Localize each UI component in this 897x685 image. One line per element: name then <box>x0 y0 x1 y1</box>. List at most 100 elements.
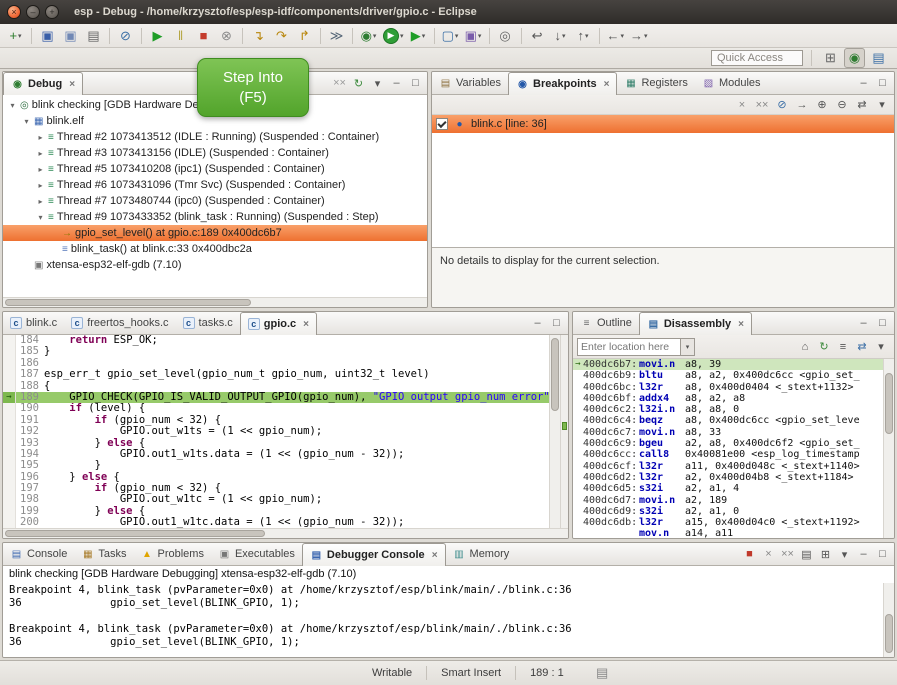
expander-collapsed-icon[interactable]: ▸ <box>34 165 47 174</box>
maximize-icon[interactable]: □ <box>874 75 891 92</box>
code-line[interactable]: 187esp_err_t gpio_set_level(gpio_num_t g… <box>3 369 549 380</box>
disassembly-row[interactable]: 400dc6db:l32ra15, 0x400d04c0 <_stext+119… <box>573 517 883 528</box>
code-line[interactable]: 184 return ESP_OK; <box>3 335 549 346</box>
disassembly-row[interactable]: 400dc6bc:l32ra8, 0x400d0404 <_stext+1132… <box>573 382 883 393</box>
tab-gpio-c[interactable]: c gpio.c × <box>240 312 317 335</box>
disassembly-vscrollbar[interactable] <box>883 359 894 538</box>
debug-tree-item[interactable]: ▾≡Thread #9 1073433352 (blink_task : Run… <box>3 209 427 225</box>
perspective-debug-icon[interactable]: ◉ <box>844 48 865 68</box>
last-edit-location-icon[interactable]: ↩ <box>527 26 548 46</box>
forward-icon[interactable]: →▾ <box>628 26 650 46</box>
disassembly-row[interactable]: 400dc6d9:s32ia2, a1, 0 <box>573 506 883 517</box>
step-over-icon[interactable]: ↷ <box>271 26 292 46</box>
sync-with-active-context-icon[interactable]: ⇄ <box>853 338 871 356</box>
tab-modules[interactable]: ▧ Modules <box>695 72 768 94</box>
link-with-debug-view-icon[interactable]: ⇄ <box>853 96 871 113</box>
debug-tree-item[interactable]: ▸≡Thread #3 1073413156 (IDLE) (Suspended… <box>3 145 427 161</box>
code-area[interactable]: 184 return ESP_OK;185}186187esp_err_t gp… <box>3 335 549 528</box>
tab-debug[interactable]: ◉ Debug × <box>3 72 83 95</box>
tab-outline[interactable]: ≡ Outline <box>573 312 639 334</box>
tab-blink-c[interactable]: c blink.c <box>3 312 64 334</box>
chevron-down-icon[interactable]: ▾ <box>681 338 695 356</box>
code-line[interactable]: 192 GPIO.out_w1ts = (1 << gpio_num); <box>3 426 549 437</box>
code-line[interactable]: 195 } <box>3 460 549 471</box>
debug-tree-item[interactable]: ▸≡Thread #6 1073431096 (Tmr Svc) (Suspen… <box>3 177 427 193</box>
new-wizard-icon[interactable]: +▾ <box>5 26 26 46</box>
maximize-icon[interactable]: □ <box>874 546 891 563</box>
disassembly-row[interactable]: 400dc6c4:beqza8, 0x400dc6cc <gpio_set_le… <box>573 415 883 426</box>
editor-vscrollbar[interactable] <box>549 335 560 528</box>
next-annotation-icon[interactable]: ↓▾ <box>550 26 571 46</box>
expander-expanded-icon[interactable]: ▾ <box>20 117 33 126</box>
console-output[interactable]: Breakpoint 4, blink_task (pvParameter=0x… <box>3 583 883 657</box>
remove-all-terminated-icon[interactable]: ×× <box>331 75 348 92</box>
print-icon[interactable]: ▤ <box>83 26 104 46</box>
code-line[interactable]: 194 GPIO.out1_w1ts.data = (1 << (gpio_nu… <box>3 449 549 460</box>
tab-registers[interactable]: ▦ Registers <box>617 72 694 94</box>
perspective-cpp-icon[interactable]: ▤ <box>868 48 889 68</box>
debug-tree-item[interactable]: ▸≡Thread #7 1073480744 (ipc0) (Suspended… <box>3 193 427 209</box>
minimize-icon[interactable]: – <box>388 75 405 92</box>
collapse-all-icon[interactable]: ⊖ <box>833 96 851 113</box>
open-perspective-icon[interactable]: ⊞ <box>820 48 841 68</box>
breakpoint-checkbox[interactable] <box>436 118 448 130</box>
search-icon[interactable]: ◎ <box>495 26 516 46</box>
minimize-icon[interactable]: – <box>529 315 546 332</box>
new-cpp-class-icon[interactable]: ▢▾ <box>440 26 461 46</box>
disassembly-row[interactable]: 400dc6cc:call80x40081e00 <esp_log_timest… <box>573 449 883 460</box>
view-menu-icon[interactable]: ▾ <box>836 546 853 563</box>
tab-tasks[interactable]: ▦ Tasks <box>74 543 133 565</box>
new-file-icon[interactable]: ▣▾ <box>463 26 484 46</box>
external-tools-icon[interactable]: ▶▾ <box>408 26 429 46</box>
disassembly-row[interactable]: 400dc6c9:bgeua2, a8, 0x400dc6f2 <gpio_se… <box>573 438 883 449</box>
debug-tree-item[interactable]: →gpio_set_level() at gpio.c:189 0x400dc6… <box>3 225 427 241</box>
tab-debugger-console[interactable]: ▤ Debugger Console × <box>302 543 446 566</box>
show-source-icon[interactable]: ≡ <box>834 338 852 356</box>
expander-collapsed-icon[interactable]: ▸ <box>34 133 47 142</box>
go-to-file-icon[interactable]: → <box>793 96 811 113</box>
scrollbar-thumb[interactable] <box>5 299 251 306</box>
instruction-stepping-icon[interactable]: ≫ <box>326 26 347 46</box>
code-line[interactable]: 186 <box>3 358 549 369</box>
disassembly-row[interactable]: 400dc6d2:l32ra2, 0x400d04b8 <_stext+1184… <box>573 472 883 483</box>
scroll-lock-icon[interactable]: ▤ <box>798 546 815 563</box>
disassembly-row[interactable]: mov.na14, a11 <box>573 528 883 538</box>
code-line[interactable]: 188{ <box>3 381 549 392</box>
breakpoint-item[interactable]: ● blink.c [line: 36] <box>432 115 894 133</box>
maximize-icon[interactable]: □ <box>548 315 565 332</box>
code-line[interactable]: 197 if (gpio_num < 32) { <box>3 483 549 494</box>
disassembly-row[interactable]: 400dc6c7:movi.na8, 33 <box>573 427 883 438</box>
disassembly-row[interactable]: 400dc6bf:addx4a8, a2, a8 <box>573 393 883 404</box>
tab-tasks-c[interactable]: c tasks.c <box>176 312 240 334</box>
code-line[interactable]: 191 if (gpio_num < 32) { <box>3 415 549 426</box>
tab-breakpoints[interactable]: ◉ Breakpoints × <box>508 72 617 95</box>
previous-annotation-icon[interactable]: ↑▾ <box>573 26 594 46</box>
minimize-icon[interactable]: – <box>855 315 872 332</box>
step-return-icon[interactable]: ↱ <box>294 26 315 46</box>
pin-console-icon[interactable]: ⊞ <box>817 546 834 563</box>
expander-expanded-icon[interactable]: ▾ <box>6 101 19 110</box>
tab-freertos-hooks-c[interactable]: c freertos_hooks.c <box>64 312 175 334</box>
code-line[interactable]: 199 } else { <box>3 506 549 517</box>
code-line[interactable]: 185} <box>3 346 549 357</box>
status-extra-icon[interactable]: ▤ <box>592 663 613 683</box>
debug-tree-item[interactable]: ▣xtensa-esp32-elf-gdb (7.10) <box>3 257 427 273</box>
resume-icon[interactable]: ▶ <box>147 26 168 46</box>
debug-icon[interactable]: ◉▾ <box>358 26 379 46</box>
remove-breakpoint-icon[interactable]: × <box>733 96 751 113</box>
expander-expanded-icon[interactable]: ▾ <box>34 213 47 222</box>
debug-tree-item[interactable]: ▸≡Thread #2 1073413512 (IDLE : Running) … <box>3 129 427 145</box>
code-line[interactable]: 193 } else { <box>3 438 549 449</box>
expander-collapsed-icon[interactable]: ▸ <box>34 149 47 158</box>
show-breakpoints-supported-icon[interactable]: ⊘ <box>773 96 791 113</box>
expand-all-icon[interactable]: ⊕ <box>813 96 831 113</box>
back-icon[interactable]: ←▾ <box>605 26 627 46</box>
tab-memory[interactable]: ▥ Memory <box>446 543 517 565</box>
editor-hscrollbar[interactable] <box>3 528 568 538</box>
window-maximize-button[interactable]: + <box>45 5 59 19</box>
minimize-icon[interactable]: – <box>855 75 872 92</box>
save-all-icon[interactable]: ▣ <box>60 26 81 46</box>
tab-disassembly[interactable]: ▤ Disassembly × <box>639 312 752 335</box>
disassembly-row[interactable]: 400dc6cf:l32ra11, 0x400d048c <_stext+114… <box>573 461 883 472</box>
expander-collapsed-icon[interactable]: ▸ <box>34 197 47 206</box>
